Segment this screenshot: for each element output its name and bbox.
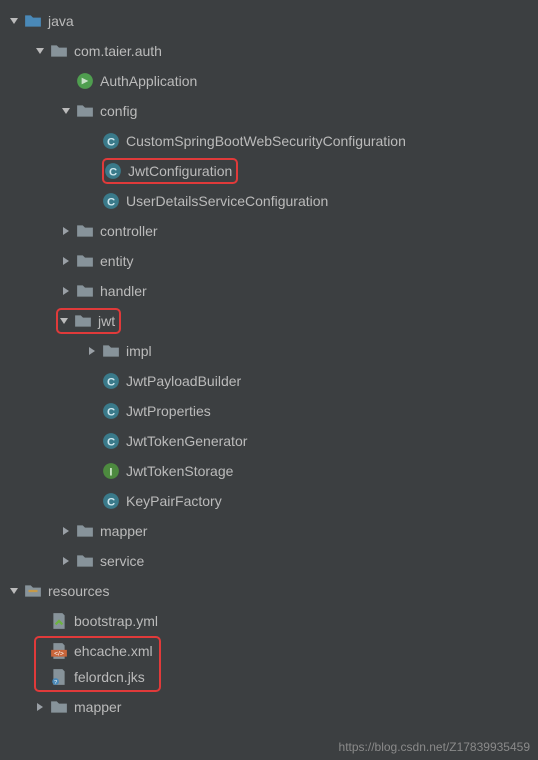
package-icon — [76, 282, 94, 300]
chevron-down-icon[interactable] — [8, 16, 20, 26]
tree-label: ehcache.xml — [74, 643, 153, 659]
tree-item-file[interactable]: ? felordcn.jks — [36, 664, 145, 690]
tree-item-file[interactable]: </> ehcache.xml — [36, 638, 153, 664]
class-icon: C — [102, 192, 120, 210]
chevron-right-icon[interactable] — [34, 702, 46, 712]
chevron-down-icon[interactable] — [34, 46, 46, 56]
tree-label: bootstrap.yml — [74, 613, 158, 629]
package-icon — [76, 252, 94, 270]
package-icon — [74, 312, 92, 330]
resources-folder-icon — [24, 582, 42, 600]
tree-item-folder[interactable]: mapper — [0, 692, 538, 722]
tree-item-class[interactable]: C KeyPairFactory — [0, 486, 538, 516]
class-icon: C — [104, 162, 122, 180]
package-icon — [76, 102, 94, 120]
tree-item-class[interactable]: C UserDetailsServiceConfiguration — [0, 186, 538, 216]
project-tree: java com.taier.auth AuthApplication conf… — [0, 0, 538, 722]
file-icon: ? — [50, 668, 68, 686]
chevron-down-icon[interactable] — [58, 316, 70, 326]
folder-icon — [24, 12, 42, 30]
tree-label: entity — [100, 253, 133, 269]
class-icon: C — [102, 402, 120, 420]
tree-label: mapper — [74, 699, 121, 715]
tree-item-jwt-config[interactable]: C JwtConfiguration — [0, 156, 538, 186]
chevron-right-icon[interactable] — [60, 526, 72, 536]
tree-label: handler — [100, 283, 147, 299]
interface-icon: I — [102, 462, 120, 480]
folder-icon — [50, 698, 68, 716]
svg-text:C: C — [107, 197, 115, 209]
tree-label: KeyPairFactory — [126, 493, 222, 509]
tree-item-package[interactable]: service — [0, 546, 538, 576]
class-icon: C — [102, 492, 120, 510]
chevron-right-icon[interactable] — [60, 286, 72, 296]
svg-text:C: C — [107, 497, 115, 509]
tree-label: mapper — [100, 523, 147, 539]
tree-label: felordcn.jks — [74, 669, 145, 685]
svg-text:C: C — [109, 167, 117, 179]
tree-label: config — [100, 103, 137, 119]
tree-item-class[interactable]: C JwtPayloadBuilder — [0, 366, 538, 396]
tree-label: AuthApplication — [100, 73, 197, 89]
class-icon: C — [102, 132, 120, 150]
tree-label: JwtTokenGenerator — [126, 433, 247, 449]
yaml-file-icon — [50, 612, 68, 630]
tree-item-file[interactable]: bootstrap.yml — [0, 606, 538, 636]
package-icon — [50, 42, 68, 60]
tree-item-class[interactable]: C JwtProperties — [0, 396, 538, 426]
chevron-down-icon[interactable] — [8, 586, 20, 596]
tree-label: controller — [100, 223, 158, 239]
tree-label: impl — [126, 343, 152, 359]
tree-label: CustomSpringBootWebSecurityConfiguration — [126, 133, 406, 149]
tree-item-package[interactable]: com.taier.auth — [0, 36, 538, 66]
xml-file-icon: </> — [50, 642, 68, 660]
package-icon — [76, 552, 94, 570]
highlight-box: C JwtConfiguration — [102, 158, 238, 184]
package-icon — [76, 522, 94, 540]
chevron-right-icon[interactable] — [60, 256, 72, 266]
tree-item-jwt[interactable]: jwt — [0, 306, 538, 336]
class-icon: C — [102, 432, 120, 450]
tree-label: UserDetailsServiceConfiguration — [126, 193, 328, 209]
svg-text:?: ? — [54, 680, 57, 686]
tree-item-class[interactable]: AuthApplication — [0, 66, 538, 96]
svg-text:C: C — [107, 437, 115, 449]
tree-item-package[interactable]: mapper — [0, 516, 538, 546]
tree-item-java[interactable]: java — [0, 6, 538, 36]
tree-item-resources[interactable]: resources — [0, 576, 538, 606]
chevron-right-icon[interactable] — [86, 346, 98, 356]
svg-text:C: C — [107, 377, 115, 389]
tree-label: service — [100, 553, 144, 569]
tree-item-class[interactable]: C JwtTokenGenerator — [0, 426, 538, 456]
svg-text:C: C — [107, 137, 115, 149]
tree-label: resources — [48, 583, 109, 599]
tree-item-interface[interactable]: I JwtTokenStorage — [0, 456, 538, 486]
tree-label: JwtPayloadBuilder — [126, 373, 241, 389]
tree-label: JwtConfiguration — [128, 163, 232, 179]
highlight-group: </> ehcache.xml ? felordcn.jks — [0, 636, 538, 692]
watermark: https://blog.csdn.net/Z17839935459 — [339, 740, 530, 754]
tree-label: JwtProperties — [126, 403, 211, 419]
chevron-right-icon[interactable] — [60, 226, 72, 236]
tree-item-package[interactable]: impl — [0, 336, 538, 366]
tree-item-package[interactable]: handler — [0, 276, 538, 306]
svg-text:C: C — [107, 407, 115, 419]
spring-boot-icon — [76, 72, 94, 90]
package-icon — [102, 342, 120, 360]
package-icon — [76, 222, 94, 240]
svg-text:I: I — [109, 467, 112, 479]
tree-item-class[interactable]: C CustomSpringBootWebSecurityConfigurati… — [0, 126, 538, 156]
tree-label: JwtTokenStorage — [126, 463, 233, 479]
tree-item-package[interactable]: controller — [0, 216, 538, 246]
highlight-box: jwt — [56, 308, 121, 334]
svg-text:</>: </> — [54, 651, 64, 658]
chevron-down-icon[interactable] — [60, 106, 72, 116]
chevron-right-icon[interactable] — [60, 556, 72, 566]
tree-item-package[interactable]: config — [0, 96, 538, 126]
tree-label: java — [48, 13, 74, 29]
class-icon: C — [102, 372, 120, 390]
tree-label: jwt — [98, 313, 115, 329]
tree-label: com.taier.auth — [74, 43, 162, 59]
tree-item-package[interactable]: entity — [0, 246, 538, 276]
